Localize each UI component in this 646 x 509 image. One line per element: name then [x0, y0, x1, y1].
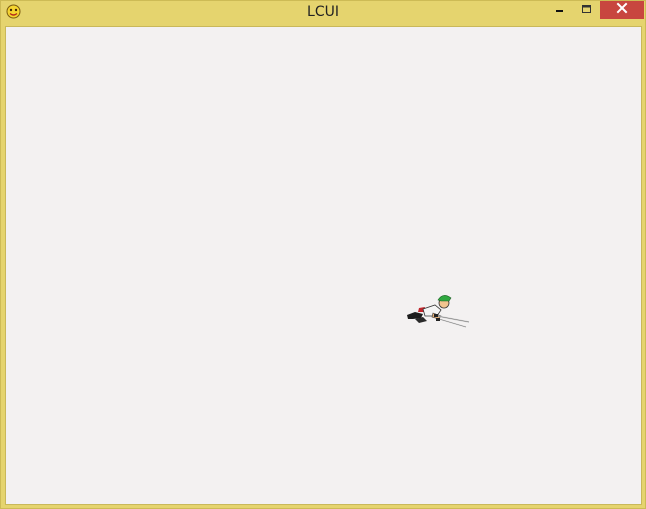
title-bar[interactable]: LCUI: [1, 1, 645, 25]
maximize-icon: [582, 1, 592, 19]
client-area[interactable]: [5, 26, 642, 505]
close-icon: [616, 1, 628, 19]
minimize-button[interactable]: [548, 1, 572, 19]
maximize-button[interactable]: [575, 1, 599, 19]
character-sprite: [403, 289, 471, 331]
close-button[interactable]: [600, 1, 644, 19]
minimize-icon: [555, 1, 565, 19]
app-window: LCUI: [0, 0, 646, 509]
